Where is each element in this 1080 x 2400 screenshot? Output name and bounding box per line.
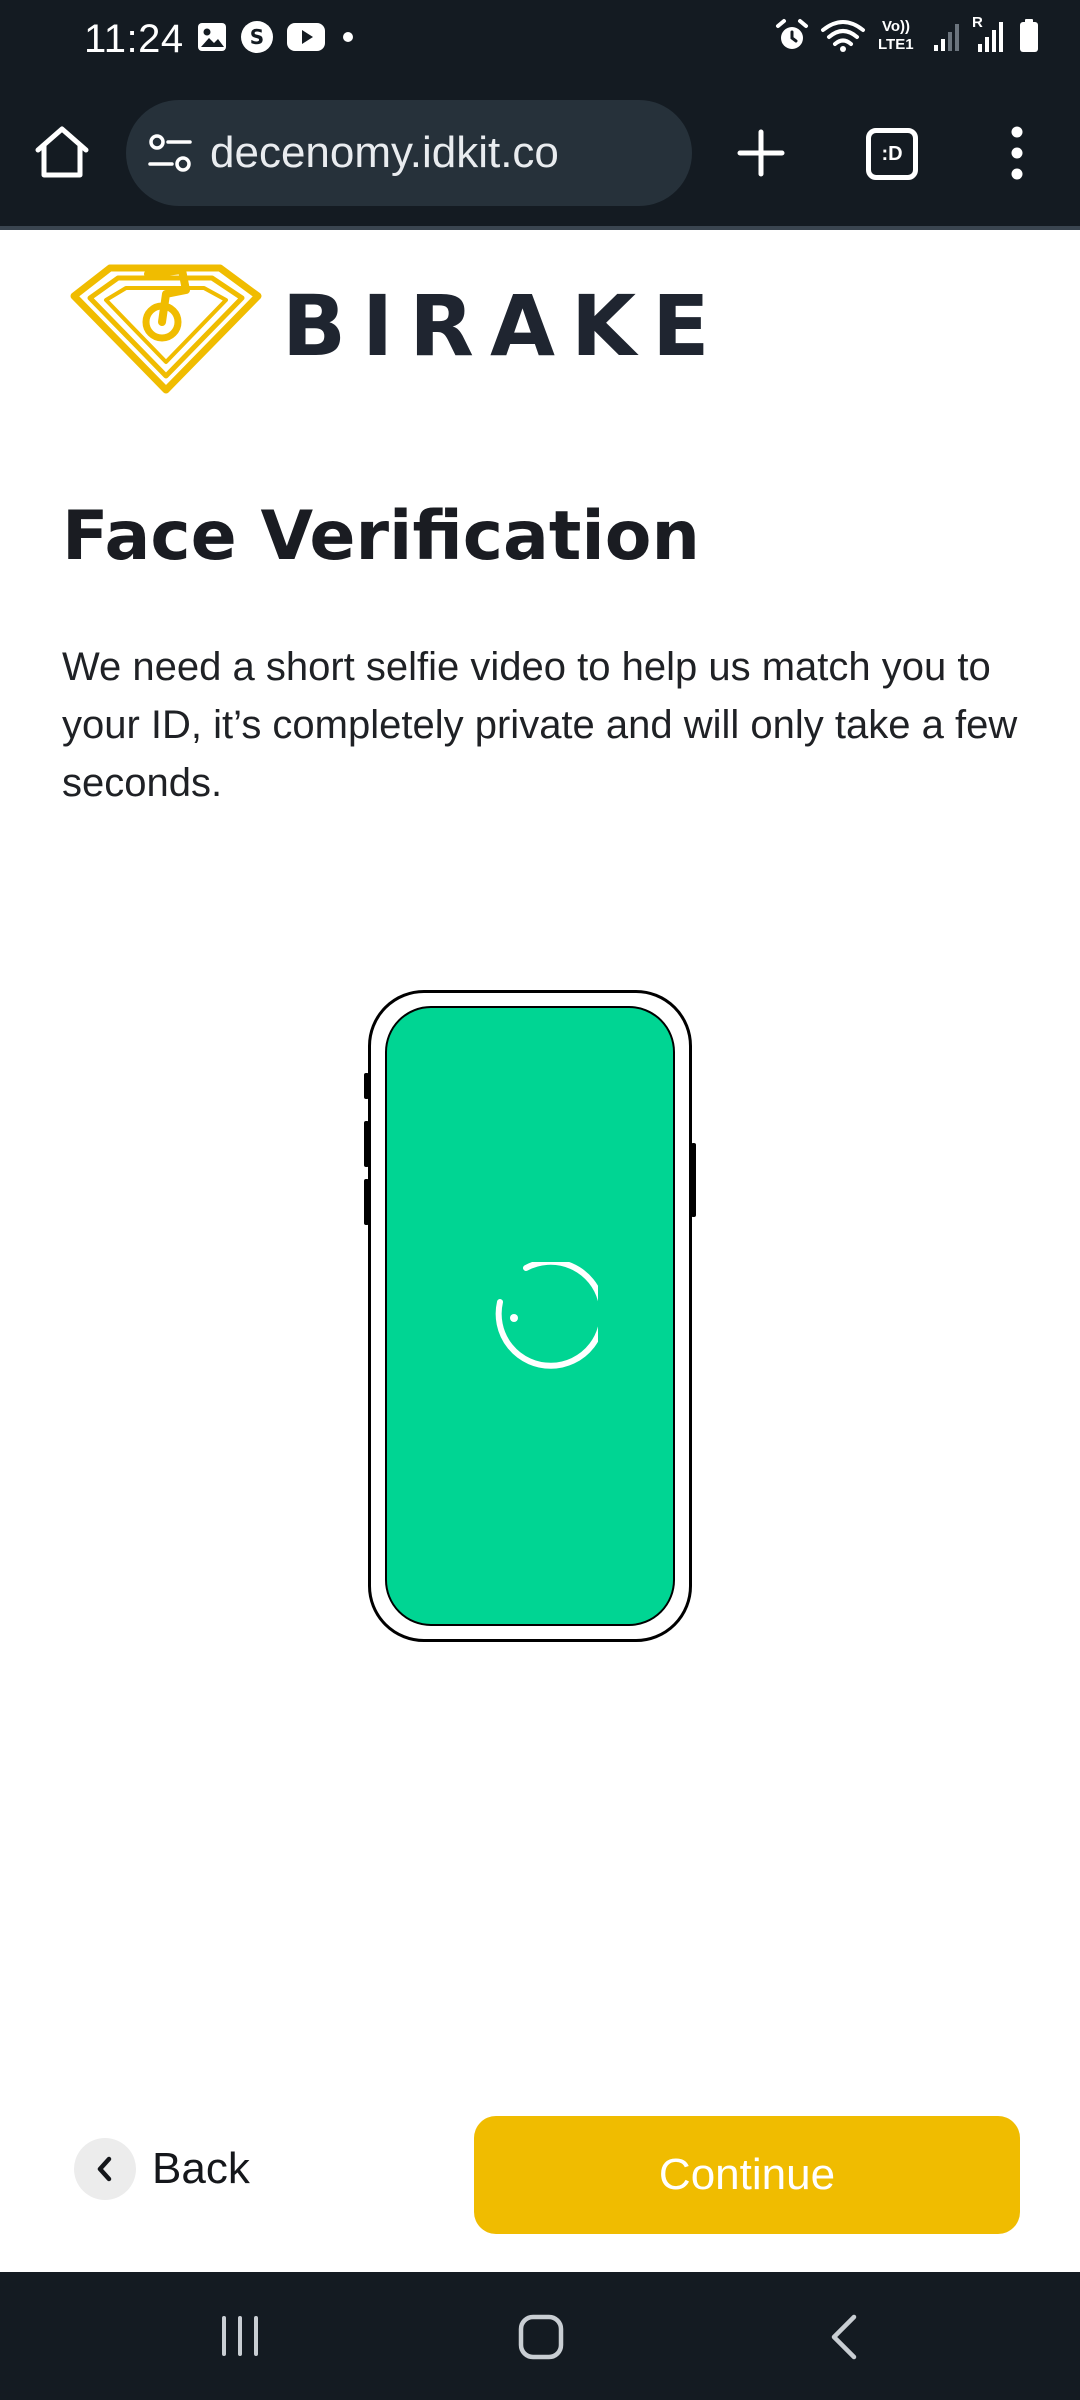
alarm-icon — [776, 19, 808, 49]
more-menu-icon[interactable] — [1000, 122, 1034, 184]
phone-side-button — [364, 1179, 369, 1225]
nav-home-icon[interactable] — [516, 2312, 566, 2362]
tab-switcher-button[interactable]: :D — [866, 128, 918, 180]
system-icons: Vo)) LTE1 R — [774, 14, 1040, 56]
dot-icon — [343, 32, 353, 42]
page-title: Face Verification — [62, 497, 700, 576]
back-label: Back — [152, 2144, 250, 2193]
toolbar-divider — [0, 226, 1080, 230]
recent-apps-icon[interactable] — [216, 2312, 264, 2360]
youtube-icon — [287, 23, 325, 51]
browser-toolbar: decenomy.idkit.co :D — [0, 78, 1080, 228]
system-navigation-bar — [0, 2272, 1080, 2400]
roaming-signal: R — [972, 14, 1008, 54]
phone-illustration — [364, 990, 696, 1642]
wifi-icon — [821, 20, 865, 52]
new-tab-icon[interactable] — [730, 122, 792, 184]
address-bar[interactable]: decenomy.idkit.co — [126, 100, 692, 206]
volte-icon: Vo)) LTE1 — [876, 16, 922, 56]
battery-icon — [1020, 19, 1038, 52]
phone-side-button — [691, 1143, 696, 1217]
page-description: We need a short selfie video to help us … — [62, 645, 1018, 805]
signal-icon — [978, 22, 1003, 52]
brand-logo-icon — [70, 264, 262, 394]
shazam-icon: S — [241, 21, 273, 53]
tab-switcher-label: :D — [881, 142, 903, 165]
back-button[interactable]: Back — [74, 2136, 250, 2202]
loading-spinner-icon — [495, 1262, 598, 1369]
brand-name: BIRAKE — [282, 277, 726, 375]
svg-text:S: S — [250, 25, 264, 49]
nav-back-icon[interactable] — [822, 2312, 868, 2362]
phone-side-button — [364, 1073, 369, 1099]
notification-icons: S — [196, 20, 358, 54]
continue-button[interactable]: Continue — [474, 2116, 1020, 2234]
volte-label: Vo)) — [882, 18, 911, 35]
url-text[interactable]: decenomy.idkit.co — [210, 130, 559, 176]
site-settings-icon[interactable] — [148, 133, 192, 173]
status-time: 11:24 — [84, 17, 184, 61]
lte-label: LTE1 — [878, 36, 914, 53]
home-icon[interactable] — [30, 120, 94, 184]
gallery-icon — [198, 23, 226, 51]
phone-side-button — [364, 1121, 369, 1167]
signal-icon — [934, 24, 959, 51]
back-chevron-icon — [74, 2138, 136, 2200]
status-bar: 11:24 S Vo)) LTE1 R — [0, 0, 1080, 78]
phone-screen — [385, 1006, 675, 1626]
